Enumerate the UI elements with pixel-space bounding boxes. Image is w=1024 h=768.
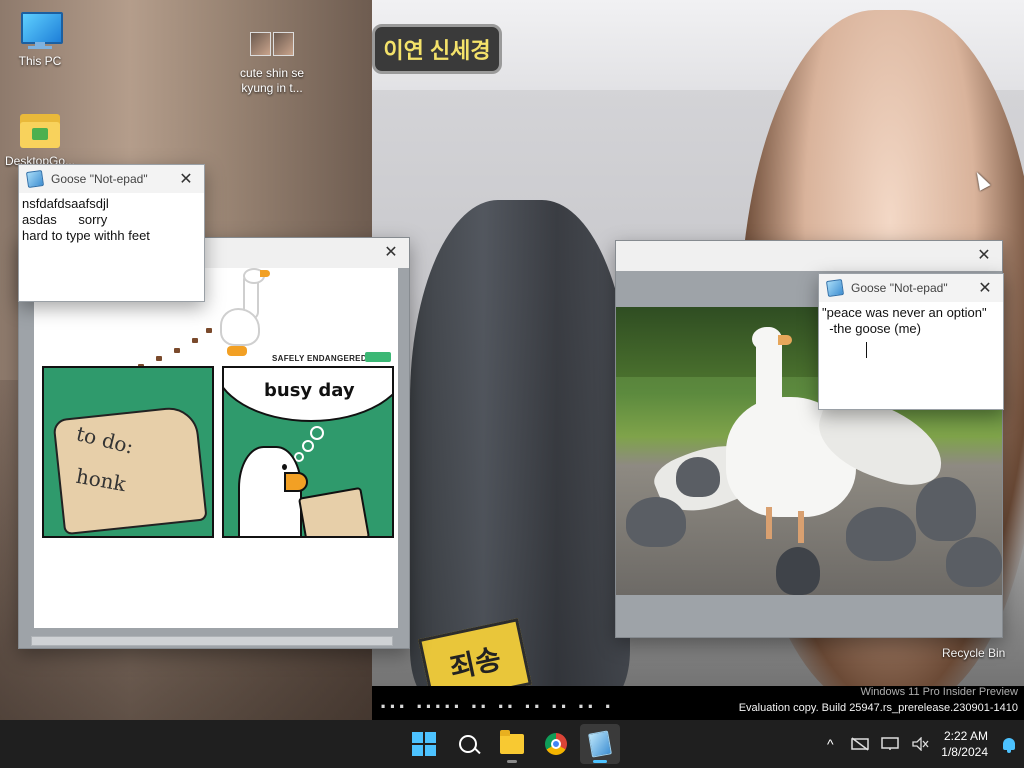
display-icon[interactable] <box>875 729 905 759</box>
chevron-up-icon[interactable]: ^ <box>815 729 845 759</box>
goose-sprite-feet <box>227 346 247 356</box>
clock-time: 2:22 AM <box>943 729 988 743</box>
notification-bell-icon[interactable] <box>994 729 1024 759</box>
folder-icon <box>500 730 524 754</box>
pigeon <box>846 507 916 561</box>
system-tray: ^ 2:22 AM 1/8/2024 <box>815 720 1024 768</box>
pigeon <box>676 457 720 497</box>
notepad-icon <box>825 278 845 298</box>
wallpaper-crowd <box>410 200 630 700</box>
notepad-taskbar-button[interactable] <box>580 724 620 764</box>
chrome-icon <box>545 733 567 755</box>
goose-sprite-body <box>220 308 260 346</box>
horizontal-scrollbar[interactable] <box>31 636 393 646</box>
footprint <box>192 338 198 343</box>
comic-goose-paper <box>297 486 371 536</box>
windows-logo-icon <box>412 732 436 756</box>
taskbar-clock[interactable]: 2:22 AM 1/8/2024 <box>935 728 994 760</box>
video-window-titlebar[interactable]: ✕ <box>616 241 1002 271</box>
search-icon <box>459 735 477 753</box>
clock-date: 1/8/2024 <box>941 745 988 759</box>
comic-caption: busy day <box>264 380 355 401</box>
watermark-build: Evaluation copy. Build 25947.rs_prerelea… <box>738 702 1018 714</box>
wallpaper-subtitle-text: ··· ····· ·· ·· ·· ·· ·· · <box>380 694 614 719</box>
close-icon[interactable]: ✕ <box>176 169 196 189</box>
notepad-icon <box>588 730 612 758</box>
desktop-icon-label: This PC <box>18 54 62 68</box>
close-icon[interactable]: ✕ <box>974 245 994 265</box>
text-caret <box>866 342 867 358</box>
running-indicator <box>593 760 607 763</box>
todo-scroll <box>52 404 208 536</box>
meme-image: SAFELY ENDANGERED to do: honk busy day <box>34 268 398 628</box>
close-icon[interactable]: ✕ <box>381 242 401 262</box>
chrome-button[interactable] <box>536 724 576 764</box>
thought-bubble-dot <box>310 426 324 440</box>
pigeon <box>776 547 820 595</box>
running-indicator <box>507 760 517 763</box>
goose-notepad-window-2[interactable]: Goose "Not-epad" ✕ "peace was never an o… <box>818 273 1004 410</box>
video-thumbnail-icon <box>250 24 294 60</box>
comic-goose-beak <box>284 472 308 492</box>
start-button[interactable] <box>404 724 444 764</box>
close-icon[interactable]: ✕ <box>975 278 995 298</box>
this-pc-icon <box>18 10 63 50</box>
taskbar-apps <box>404 724 620 764</box>
footprint <box>174 348 180 353</box>
network-disconnected-icon[interactable] <box>845 729 875 759</box>
comic-brand-badge <box>365 352 391 362</box>
file-explorer-button[interactable] <box>492 724 532 764</box>
notepad-text-area[interactable]: nsfdafdsaafsdjl asdas sorry hard to type… <box>19 193 204 247</box>
goose-leg <box>798 511 804 543</box>
comic-brand: SAFELY ENDANGERED <box>272 354 367 363</box>
pigeon <box>916 477 976 541</box>
comic-goose-eye <box>282 464 287 470</box>
pigeon <box>946 537 1002 587</box>
desktop-icon-this-pc[interactable]: This PC <box>0 10 80 69</box>
taskbar: ^ 2:22 AM 1/8/2024 <box>0 720 1024 768</box>
volume-muted-icon[interactable] <box>905 729 935 759</box>
desktop-icon-recycle-bin[interactable]: Recycle Bin <box>942 646 1005 660</box>
goose-notepad-window-1[interactable]: Goose "Not-epad" ✕ nsfdafdsaafsdjl asdas… <box>18 164 205 302</box>
folder-icon <box>18 110 62 150</box>
comic-panel-2: busy day <box>222 366 394 538</box>
goose-leg <box>766 507 772 539</box>
footprint <box>156 356 162 361</box>
search-button[interactable] <box>448 724 488 764</box>
comic-panel-1: to do: honk <box>42 366 214 538</box>
notepad-icon <box>25 169 45 189</box>
goose-sprite-beak <box>260 270 270 277</box>
desktop-icon-label: cute shin se kyung in t... <box>239 66 305 95</box>
notepad-titlebar[interactable]: Goose "Not-epad" ✕ <box>819 274 1003 302</box>
comic-goose <box>238 446 302 536</box>
footprint <box>206 328 212 333</box>
video-goose-beak <box>778 335 792 345</box>
desktop-icon-folder[interactable]: DesktopGo... <box>0 110 80 169</box>
wallpaper-sign-top: 이연 신세경 <box>372 24 502 74</box>
thought-bubble-dot <box>302 440 314 452</box>
desktop-icon-video[interactable]: cute shin se kyung in t... <box>232 24 312 96</box>
notepad-text-area[interactable]: "peace was never an option" -the goose (… <box>819 302 1003 340</box>
notepad-titlebar[interactable]: Goose "Not-epad" ✕ <box>19 165 204 193</box>
watermark-edition: Windows 11 Pro Insider Preview <box>860 686 1018 698</box>
pigeon <box>626 497 686 547</box>
